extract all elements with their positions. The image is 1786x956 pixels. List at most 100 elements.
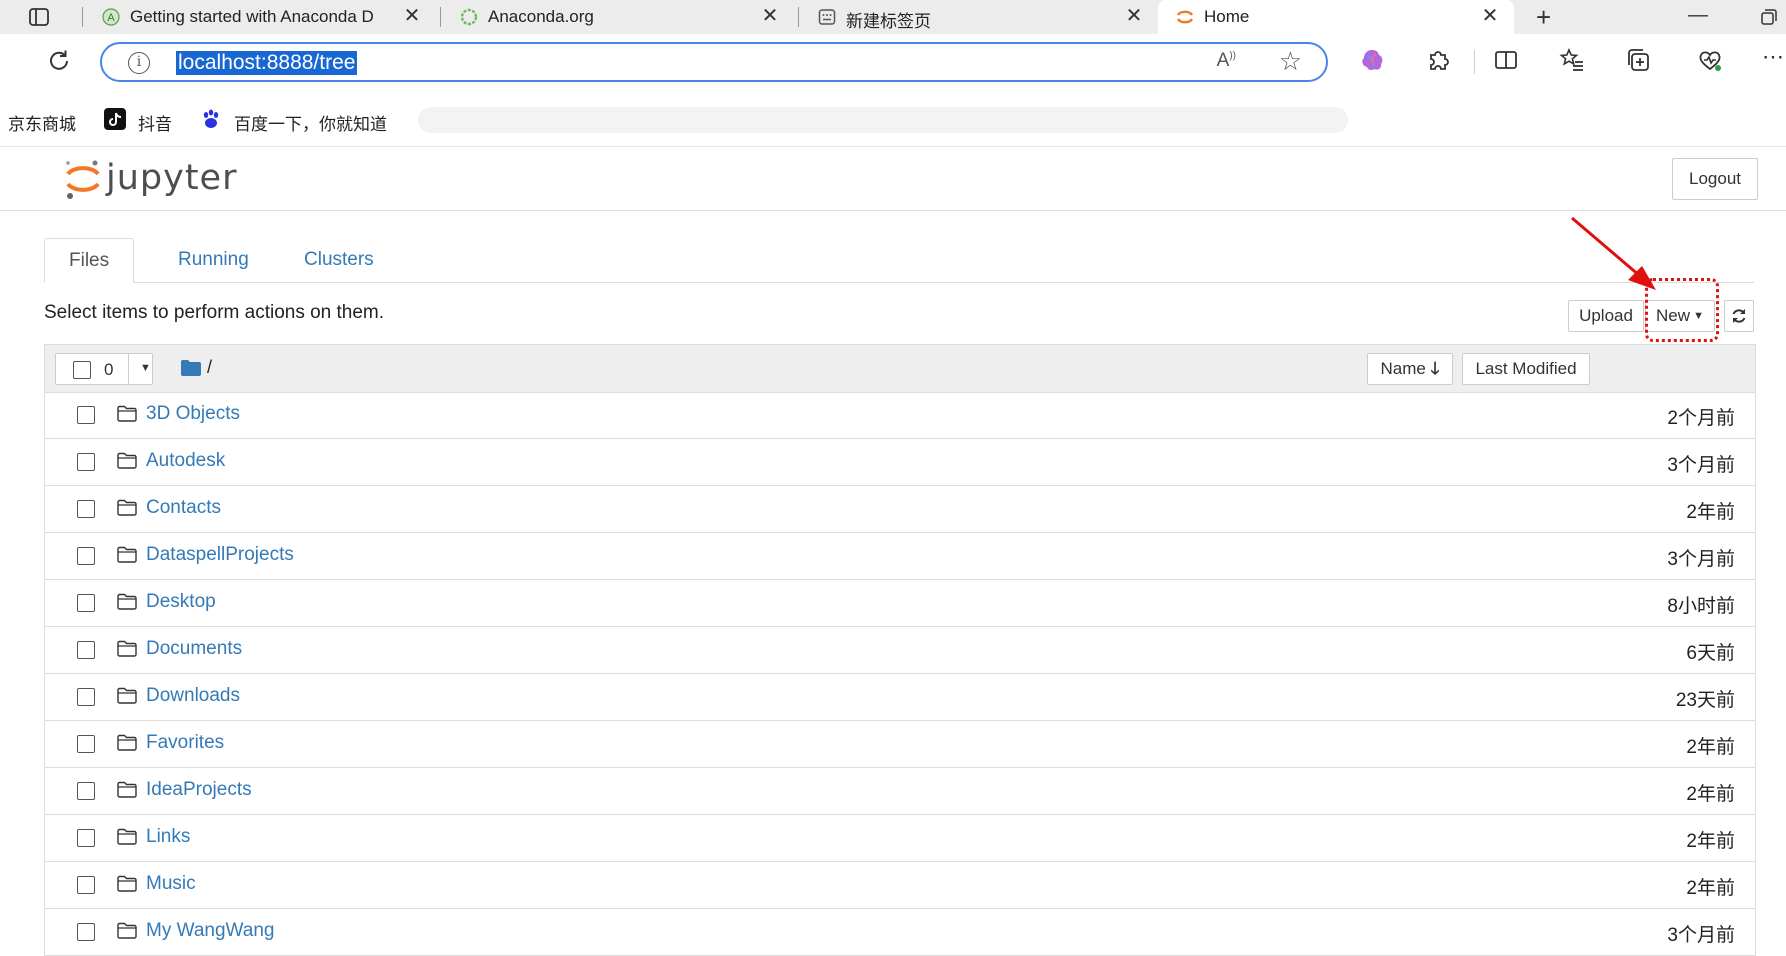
folder-icon bbox=[117, 828, 137, 845]
list-item[interactable]: DataspellProjects 3个月前 bbox=[45, 533, 1755, 580]
row-checkbox[interactable] bbox=[77, 688, 95, 706]
folder-icon bbox=[117, 781, 137, 798]
item-name-link[interactable]: Contacts bbox=[146, 497, 221, 519]
row-checkbox[interactable] bbox=[77, 782, 95, 800]
favorites-list-icon[interactable] bbox=[1558, 46, 1586, 74]
favorite-star-icon[interactable]: ☆ bbox=[1279, 46, 1302, 77]
list-item[interactable]: Links 2年前 bbox=[45, 815, 1755, 862]
item-name-link[interactable]: IdeaProjects bbox=[146, 779, 252, 801]
caret-down-icon[interactable]: ▼ bbox=[140, 362, 151, 374]
split-screen-icon[interactable] bbox=[1492, 46, 1520, 74]
item-modified: 2年前 bbox=[1686, 784, 1735, 805]
tab-clusters[interactable]: Clusters bbox=[280, 238, 398, 282]
tab-files[interactable]: Files bbox=[44, 238, 135, 283]
upload-button[interactable]: Upload bbox=[1568, 300, 1644, 332]
bookmark-douyin[interactable]: 抖音 bbox=[138, 110, 172, 135]
row-checkbox[interactable] bbox=[77, 641, 95, 659]
extensions-puzzle-icon[interactable] bbox=[1424, 46, 1452, 74]
read-aloud-icon[interactable]: A)) bbox=[1217, 50, 1236, 72]
row-checkbox[interactable] bbox=[77, 594, 95, 612]
selection-hint: Select items to perform actions on them. bbox=[44, 302, 385, 323]
browser-tab-home[interactable]: Home ✕ bbox=[1158, 0, 1514, 34]
row-checkbox[interactable] bbox=[77, 406, 95, 424]
anaconda-ring-icon bbox=[460, 8, 478, 26]
list-item[interactable]: 3D Objects 2个月前 bbox=[45, 392, 1755, 439]
sort-name-label: Name bbox=[1380, 359, 1426, 378]
close-icon[interactable]: ✕ bbox=[1480, 6, 1500, 26]
folder-icon bbox=[117, 734, 137, 751]
tab-title: Anaconda.org bbox=[488, 7, 594, 26]
new-tab-plus-icon[interactable]: + bbox=[1536, 4, 1551, 30]
select-all-control[interactable]: 0 ▼ bbox=[55, 353, 153, 385]
more-menu-icon[interactable]: ⋯ bbox=[1762, 44, 1784, 70]
list-item[interactable]: Documents 6天前 bbox=[45, 627, 1755, 674]
blurred-bookmarks bbox=[418, 107, 1348, 133]
breadcrumb[interactable]: / bbox=[207, 357, 212, 378]
row-checkbox[interactable] bbox=[77, 453, 95, 471]
item-name-link[interactable]: Desktop bbox=[146, 591, 216, 613]
item-name-link[interactable]: 3D Objects bbox=[146, 403, 240, 425]
folder-solid-icon[interactable] bbox=[181, 360, 201, 376]
list-item[interactable]: Autodesk 3个月前 bbox=[45, 439, 1755, 486]
minimize-window-icon[interactable]: — bbox=[1688, 4, 1708, 27]
sort-by-last-modified-button[interactable]: Last Modified bbox=[1462, 353, 1590, 385]
copilot-icon[interactable] bbox=[1358, 46, 1386, 74]
bookmark-jd[interactable]: 京东商城 bbox=[8, 110, 76, 135]
list-item[interactable]: Favorites 2年前 bbox=[45, 721, 1755, 768]
select-all-checkbox[interactable] bbox=[73, 361, 91, 379]
list-item[interactable]: Downloads 23天前 bbox=[45, 674, 1755, 721]
list-item[interactable]: Contacts 2年前 bbox=[45, 486, 1755, 533]
folder-icon bbox=[117, 499, 137, 516]
site-info-icon[interactable]: i bbox=[128, 52, 150, 74]
browser-tab-anaconda-docs[interactable]: A Getting started with Anaconda D ✕ bbox=[84, 0, 440, 34]
row-checkbox[interactable] bbox=[77, 500, 95, 518]
tab-running[interactable]: Running bbox=[154, 238, 273, 282]
item-name-link[interactable]: Documents bbox=[146, 638, 242, 660]
folder-icon bbox=[117, 922, 137, 939]
browser-tab-anaconda-org[interactable]: Anaconda.org ✕ bbox=[442, 0, 798, 34]
close-icon[interactable]: ✕ bbox=[402, 6, 422, 26]
refresh-button[interactable] bbox=[1724, 300, 1754, 332]
list-item[interactable]: Music 2年前 bbox=[45, 862, 1755, 909]
folder-icon bbox=[117, 405, 137, 422]
jupyter-logo-icon[interactable] bbox=[62, 158, 102, 202]
close-icon[interactable]: ✕ bbox=[1124, 6, 1144, 26]
item-name-link[interactable]: Links bbox=[146, 826, 190, 848]
sidebar-toggle-icon[interactable] bbox=[28, 6, 50, 28]
restore-window-icon[interactable] bbox=[1760, 8, 1778, 26]
row-checkbox[interactable] bbox=[77, 876, 95, 894]
collections-icon[interactable] bbox=[1624, 46, 1652, 74]
item-modified: 6天前 bbox=[1686, 643, 1735, 664]
close-icon[interactable]: ✕ bbox=[760, 6, 780, 26]
svg-text:A: A bbox=[107, 12, 115, 24]
item-name-link[interactable]: Autodesk bbox=[146, 450, 225, 472]
reload-icon[interactable] bbox=[46, 48, 72, 74]
url-text[interactable]: localhost:8888/tree bbox=[176, 51, 358, 75]
folder-icon bbox=[117, 687, 137, 704]
item-modified: 2年前 bbox=[1686, 737, 1735, 758]
item-name-link[interactable]: Favorites bbox=[146, 732, 224, 754]
item-modified: 2年前 bbox=[1686, 502, 1735, 523]
tiktok-icon bbox=[104, 108, 126, 130]
list-item[interactable]: My WangWang 3个月前 bbox=[45, 909, 1755, 956]
row-checkbox[interactable] bbox=[77, 923, 95, 941]
row-checkbox[interactable] bbox=[77, 547, 95, 565]
browser-essentials-heart-icon[interactable] bbox=[1696, 46, 1724, 74]
item-name-link[interactable]: My WangWang bbox=[146, 920, 274, 942]
list-item[interactable]: IdeaProjects 2年前 bbox=[45, 768, 1755, 815]
logout-button[interactable]: Logout bbox=[1672, 158, 1758, 200]
bookmark-baidu[interactable]: 百度一下，你就知道 bbox=[234, 110, 387, 135]
item-name-link[interactable]: DataspellProjects bbox=[146, 544, 294, 566]
jupyter-header: jupyter Logout bbox=[0, 146, 1786, 211]
item-name-link[interactable]: Downloads bbox=[146, 685, 240, 707]
address-bar[interactable]: i localhost:8888/tree A)) ☆ bbox=[100, 42, 1328, 82]
folder-icon bbox=[117, 452, 137, 469]
sort-by-name-button[interactable]: Name 🡓 bbox=[1367, 353, 1453, 385]
folder-icon bbox=[117, 546, 137, 563]
browser-tab-newtab[interactable]: 新建标签页 ✕ bbox=[800, 0, 1156, 34]
item-name-link[interactable]: Music bbox=[146, 873, 196, 895]
newtab-page-icon bbox=[818, 9, 836, 25]
row-checkbox[interactable] bbox=[77, 829, 95, 847]
row-checkbox[interactable] bbox=[77, 735, 95, 753]
list-item[interactable]: Desktop 8小时前 bbox=[45, 580, 1755, 627]
